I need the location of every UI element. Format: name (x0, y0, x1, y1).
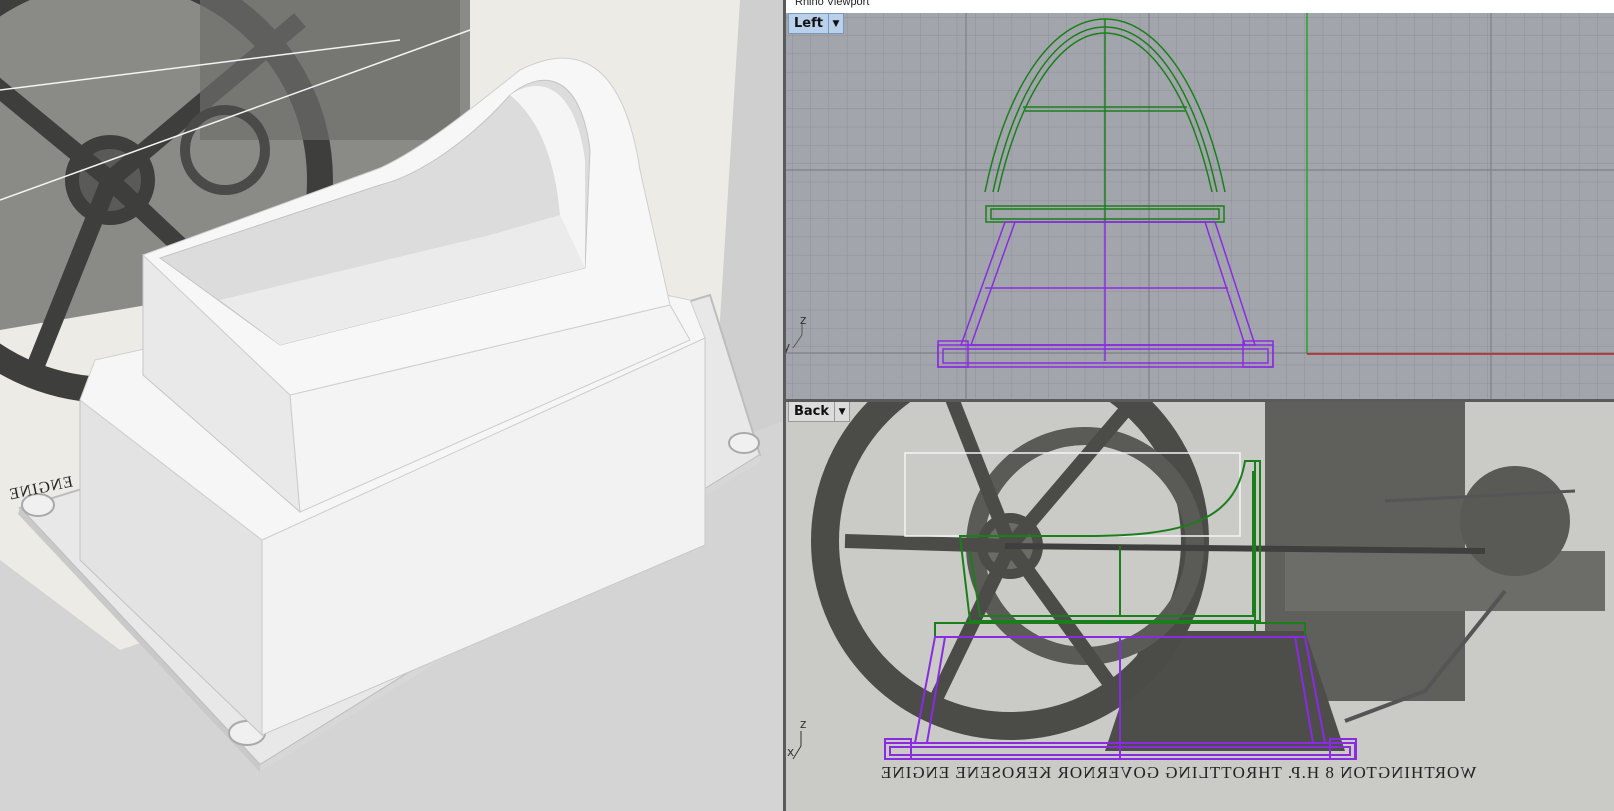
dropdown-arrow-icon[interactable]: ▼ (828, 13, 844, 34)
perspective-render (0, 0, 785, 811)
axis-label-z: z (800, 313, 807, 327)
reference-caption: WORTHINGTON 8 H.P. THROTTLING GOVERNOR K… (880, 763, 1477, 782)
viewport-tab-left-label[interactable]: Left (788, 13, 829, 34)
axis-label-x-back: x (787, 745, 795, 759)
back-viewport[interactable]: Back ▼ z x WORTHINGTON 8 H.P. THROTTLING… (785, 401, 1614, 811)
viewport-tab-back[interactable]: Back ▼ (788, 401, 851, 422)
window-title: Rhino Viewport (795, 0, 870, 8)
dropdown-arrow-icon[interactable]: ▼ (835, 401, 851, 422)
left-viewport[interactable]: Left ▼ z y (785, 13, 1614, 401)
window-title-bar: Rhino Viewport (785, 0, 1614, 13)
axis-label-z-back: z (800, 717, 807, 731)
perspective-viewport[interactable]: ENGINE (0, 0, 785, 811)
viewport-tab-left[interactable]: Left ▼ (788, 13, 844, 34)
viewport-tab-back-label[interactable]: Back (788, 401, 836, 422)
viewport-divider-horizontal[interactable] (785, 399, 1614, 402)
back-viewport-image (785, 401, 1614, 811)
viewport-divider-vertical[interactable] (783, 0, 786, 811)
left-viewport-grid (785, 13, 1614, 401)
